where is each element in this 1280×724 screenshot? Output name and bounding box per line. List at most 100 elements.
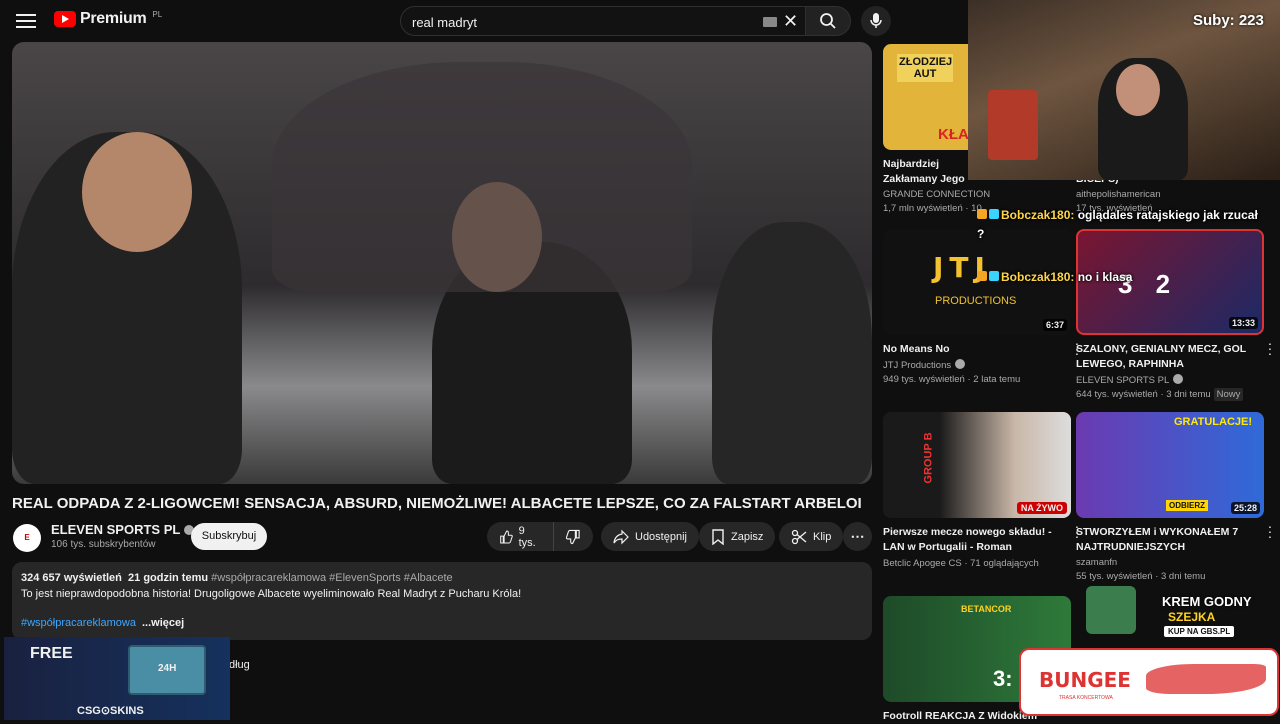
description-body: To jest nieprawdopodobna historia! Drugo… [21, 588, 522, 600]
verified-icon [1173, 374, 1184, 384]
partial-comment-text: dług [229, 659, 250, 671]
gbs-cta[interactable]: KUP NA GBS.PL [1164, 626, 1235, 637]
save-button[interactable]: Zapisz [699, 522, 776, 551]
microphone-icon [870, 13, 882, 28]
ad-free-text: FREE [30, 645, 73, 662]
card-channel-text[interactable]: JTJ Productions [883, 360, 951, 371]
card-title[interactable]: SZALONY, GENIALNY MECZ, GOL LEWEGO, RAPH… [1076, 342, 1246, 372]
card-meta: Betclic Apogee CS · 71 oglądających [883, 558, 1039, 569]
thumbs-up-icon [500, 530, 513, 543]
subscriber-count: 106 tys. subskrybentów [51, 539, 156, 550]
video-thumbnail[interactable]: GROUP B NA ŻYWO [883, 412, 1071, 518]
scissors-icon [791, 529, 807, 544]
card-meta: 949 tys. wyświetleń · 2 lata temu [883, 374, 1021, 385]
sidebar-video-card[interactable]: 3 2 13:33 SZALONY, GENIALNY MECZ, GOL LE… [1076, 229, 1272, 401]
sidebar-video-card[interactable]: GRATULACJE! ODBIERZ 25:28 STWORZYŁEM i W… [1076, 412, 1272, 582]
crown-badge-icon [977, 271, 987, 281]
card-channel[interactable]: szamanfn [1076, 557, 1264, 568]
thumb-score: 3: [993, 666, 1013, 691]
subscribe-button[interactable]: Subskrybuj [191, 523, 267, 550]
video-duration: 13:33 [1228, 317, 1258, 329]
card-title[interactable]: STWORZYŁEM i WYKONAŁEM 7 NAJTRUDNIEJSZYC… [1076, 525, 1246, 555]
search-value[interactable]: real madryt [412, 15, 477, 30]
channel-avatar[interactable]: E [13, 524, 41, 552]
thumb-text: ZŁODZIEJ AUT [897, 54, 953, 82]
sidebar-video-card[interactable]: JTJ PRODUCTIONS 6:37 No Means No JTJ Pro… [883, 229, 1079, 385]
card-meta: 644 tys. wyświetleń · 3 dni temu Nowy [1076, 388, 1264, 401]
card-channel[interactable]: GRANDE CONNECTION [883, 189, 1071, 200]
bungee-brush-graphic [1146, 664, 1266, 694]
show-more-link[interactable]: ...więcej [142, 617, 184, 629]
card-channel-text[interactable]: ELEVEN SPORTS PL [1076, 375, 1169, 386]
description-tags[interactable]: #współpracareklamowa #ElevenSports #Alba… [211, 572, 453, 584]
chat-username: Bobczak180: [1001, 208, 1075, 222]
view-count: 324 657 wyświetleń [21, 572, 122, 584]
description-hashtag[interactable]: #współpracareklamowa [21, 617, 136, 629]
card-meta-text: 644 tys. wyświetleń · 3 dni temu [1076, 389, 1211, 400]
share-label: Udostępnij [635, 530, 687, 543]
video-thumbnail[interactable]: GRATULACJE! ODBIERZ 25:28 [1076, 412, 1264, 518]
channel-name[interactable]: ELEVEN SPORTS PL [51, 522, 195, 537]
chat-message: Bobczak180: oglądales ratajskiego jak rz… [977, 206, 1267, 244]
crown-badge-icon [977, 209, 987, 219]
gbs-line2: SZEJKA [1168, 610, 1216, 624]
card-channel[interactable]: JTJ Productions [883, 359, 1071, 371]
voice-search-button[interactable] [861, 6, 891, 36]
like-button[interactable]: 9 tys. [487, 522, 553, 551]
more-actions-button[interactable]: ⋯ [843, 522, 872, 551]
bungee-ad[interactable]: BUNGEE TRASA KONCERTOWA [1019, 648, 1279, 716]
thumb-text: BETANCOR [961, 604, 1012, 614]
bookmark-icon [712, 528, 724, 545]
card-title[interactable]: Najbardziej Zakłamany Jego Biznesy [883, 157, 967, 187]
logo-text: Premium [80, 10, 147, 27]
dislike-button[interactable] [553, 522, 593, 551]
share-button[interactable]: Udostępnij [601, 522, 699, 551]
video-duration: 25:28 [1230, 502, 1260, 514]
video-title: REAL ODPADA Z 2-LIGOWCEM! SENSACJA, ABSU… [12, 495, 862, 512]
thumb-badge: KŁA [938, 126, 969, 143]
video-duration: 6:37 [1042, 319, 1067, 331]
thumb-sub: ODBIERZ [1166, 500, 1208, 511]
card-menu-icon[interactable]: · · · [1266, 336, 1274, 360]
video-person-right [712, 222, 872, 484]
clip-label: Klip [813, 530, 832, 543]
chat-username: Bobczak180: [1001, 270, 1075, 284]
card-channel[interactable]: aithepolishamerican [1076, 189, 1264, 200]
search-button[interactable] [805, 6, 851, 36]
card-title[interactable]: No Means No [883, 342, 1053, 357]
clip-button[interactable]: Klip [779, 522, 844, 551]
share-icon [613, 529, 629, 544]
clear-search-icon[interactable]: ✕ [783, 11, 798, 32]
gbs-ad[interactable]: KREM GODNY SZEJKA KUP NA GBS.PL [1064, 578, 1274, 648]
card-channel[interactable]: Betclic Apogee CS [883, 558, 962, 569]
sub-badge-icon [989, 209, 999, 219]
channel-name-text[interactable]: ELEVEN SPORTS PL [51, 522, 180, 537]
description-meta: 324 657 wyświetleń 21 godzin temu #współ… [21, 572, 453, 584]
csgo-skins-ad[interactable]: FREE 24H CSG⊙SKINS [4, 637, 230, 720]
sub-badge-icon [989, 271, 999, 281]
upload-age: 21 godzin temu [128, 572, 209, 584]
card-menu-icon[interactable]: · · · [1266, 519, 1274, 543]
card-title[interactable]: Pierwsze mecze nowego składu! - LAN w Po… [883, 525, 1053, 555]
search-icon [820, 13, 836, 29]
thumb-sub: PRODUCTIONS [935, 295, 1017, 307]
description-box[interactable]: 324 657 wyświetleń 21 godzin temu #współ… [12, 562, 872, 640]
subscriber-goal-text: Suby: 223 [1193, 12, 1264, 29]
menu-icon[interactable] [14, 10, 38, 32]
search-input[interactable]: real madryt ✕ [400, 6, 806, 36]
verified-icon [955, 359, 966, 369]
save-label: Zapisz [731, 530, 764, 543]
keyboard-icon[interactable] [763, 17, 777, 27]
video-crowd [272, 62, 692, 292]
logo-country: PL [152, 9, 163, 19]
video-player[interactable] [12, 42, 872, 484]
bungee-subtitle: TRASA KONCERTOWA [1059, 695, 1113, 701]
video-person-left-face [82, 132, 192, 252]
youtube-premium-logo[interactable]: Premium PL [54, 10, 162, 28]
card-channel[interactable]: ELEVEN SPORTS PL [1076, 374, 1264, 386]
webcam-face [1116, 64, 1160, 116]
thumb-text: GROUP B [922, 432, 935, 484]
gbs-jar-icon [1086, 586, 1136, 634]
sidebar-video-card[interactable]: GROUP B NA ŻYWO Pierwsze mecze nowego sk… [883, 412, 1079, 569]
chest-label: 24H [158, 663, 177, 674]
